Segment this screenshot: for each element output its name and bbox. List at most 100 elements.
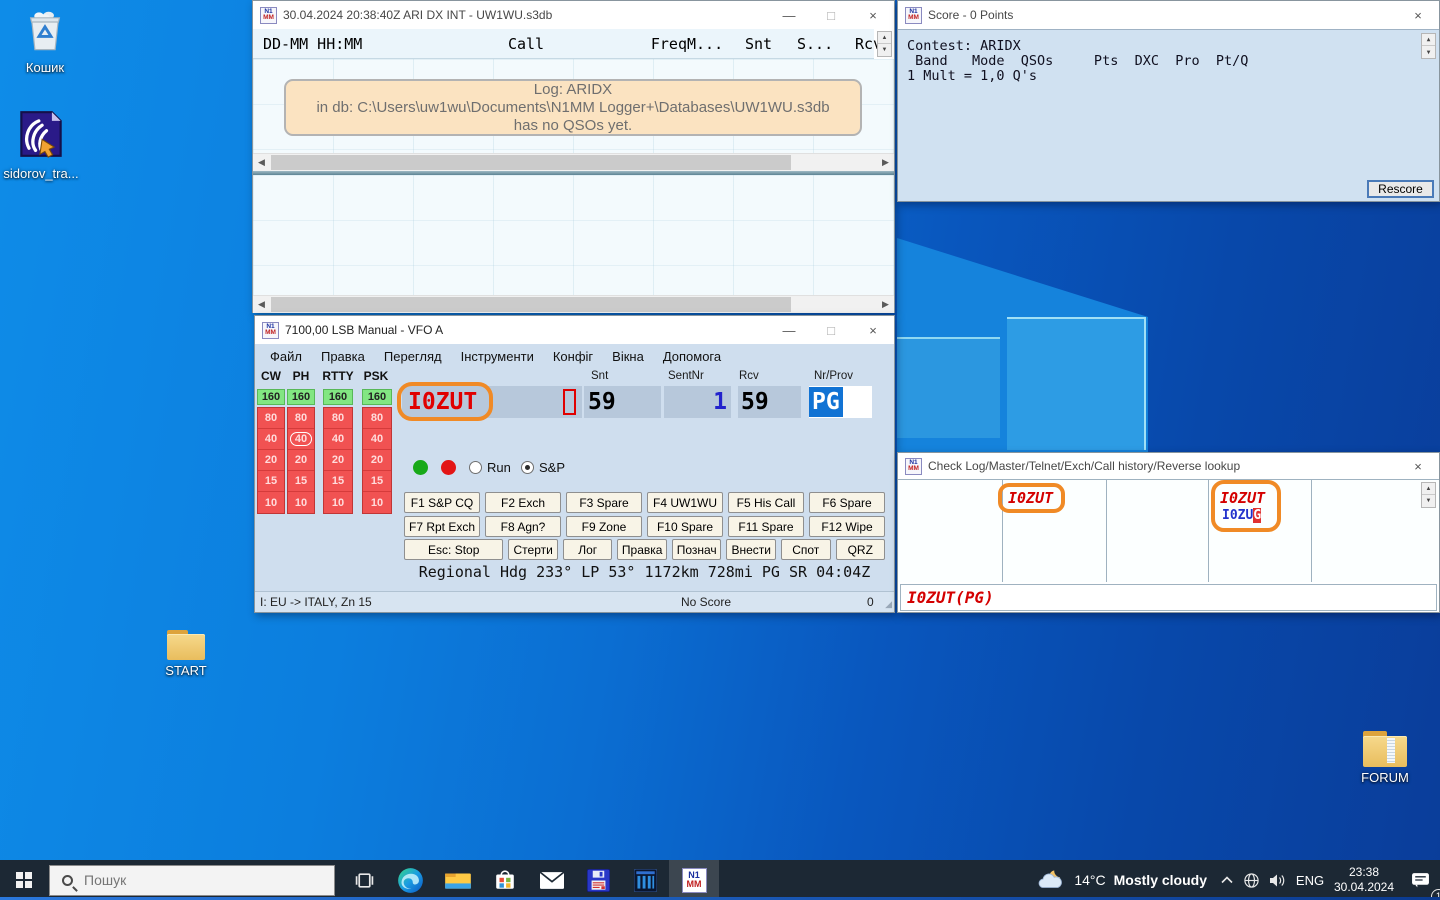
menu-item[interactable]: Конфіг — [553, 349, 593, 364]
close-button[interactable]: × — [1397, 453, 1439, 479]
log-lower-scrollbar[interactable]: ◀ ▶ — [253, 295, 894, 313]
action-button[interactable]: QRZ — [836, 539, 886, 560]
taskbar-search[interactable] — [49, 865, 335, 896]
network-tray-button[interactable] — [1239, 860, 1264, 900]
band-button[interactable]: 20 — [288, 450, 314, 471]
fkey-button[interactable]: F12 Wipe — [809, 516, 885, 537]
menu-item[interactable]: Вікна — [612, 349, 644, 364]
taskbar-clock[interactable]: 23:38 30.04.2024 — [1328, 860, 1400, 900]
file-explorer-button[interactable] — [434, 860, 481, 900]
sp-radio-label[interactable]: S&P — [539, 460, 565, 475]
band-button[interactable]: 160 — [257, 389, 285, 405]
band-button[interactable]: 160 — [287, 389, 315, 405]
band-button[interactable]: 80 — [258, 408, 284, 429]
task-view-button[interactable] — [341, 860, 387, 900]
scroll-right-icon[interactable]: ▶ — [877, 154, 894, 171]
score-spinner[interactable]: ▲▼ — [1421, 33, 1436, 59]
n1mm-taskbar-button-active[interactable]: N1MM — [669, 860, 719, 900]
close-button[interactable]: × — [852, 316, 894, 344]
band-button[interactable]: 20 — [258, 450, 284, 471]
scrollbar-thumb[interactable] — [271, 155, 791, 170]
volume-tray-button[interactable] — [1264, 860, 1292, 900]
tray-expand-button[interactable] — [1215, 860, 1239, 900]
rcv-field[interactable]: 59 — [738, 386, 801, 418]
fkey-button[interactable]: F3 Spare — [566, 492, 642, 513]
desktop-icon-sidorov-file[interactable]: sidorov_tra... — [0, 110, 84, 181]
fkey-button[interactable]: F2 Exch — [485, 492, 561, 513]
band-button[interactable]: 15 — [363, 471, 391, 492]
band-button[interactable]: 40 — [324, 429, 352, 450]
check-spinner[interactable]: ▲▼ — [1421, 482, 1436, 508]
fkey-button[interactable]: F10 Spare — [647, 516, 723, 537]
minimize-button[interactable]: — — [768, 1, 810, 29]
action-button[interactable]: Познач — [672, 539, 722, 560]
scroll-right-icon[interactable]: ▶ — [877, 296, 894, 313]
start-button[interactable] — [0, 860, 48, 900]
fkey-button[interactable]: F1 S&P CQ — [404, 492, 480, 513]
entry-window-titlebar[interactable]: N1MM 7100,00 LSB Manual - VFO A — □ × — [255, 316, 894, 344]
fkey-button[interactable]: F6 Spare — [809, 492, 885, 513]
nrprov-field[interactable]: PG — [809, 386, 872, 418]
scroll-left-icon[interactable]: ◀ — [253, 154, 270, 171]
band-button[interactable]: 160 — [362, 389, 392, 405]
scrollbar-thumb[interactable] — [271, 297, 791, 312]
language-indicator[interactable]: ENG — [1292, 860, 1328, 900]
action-button[interactable]: Правка — [617, 539, 667, 560]
edge-browser-button[interactable] — [387, 860, 434, 900]
fkey-button[interactable]: F4 UW1WU — [647, 492, 723, 513]
band-button[interactable]: 15 — [324, 471, 352, 492]
band-button[interactable]: 80 — [288, 408, 314, 429]
band-button[interactable]: 80 — [324, 408, 352, 429]
snt-field[interactable]: 59 — [584, 386, 661, 418]
store-button[interactable] — [481, 860, 528, 900]
action-button[interactable]: Лог — [563, 539, 613, 560]
action-button[interactable]: Esc: Stop — [404, 539, 503, 560]
run-radio[interactable] — [469, 461, 482, 474]
score-window-titlebar[interactable]: N1MM Score - 0 Points × — [898, 1, 1439, 29]
mail-button[interactable] — [528, 860, 575, 900]
run-radio-label[interactable]: Run — [487, 460, 511, 475]
action-button[interactable]: Стерти — [508, 539, 558, 560]
check-window-titlebar[interactable]: N1MM Check Log/Master/Telnet/Exch/Call h… — [898, 453, 1439, 479]
maximize-button[interactable]: □ — [810, 1, 852, 29]
log-column-header[interactable]: M... — [687, 35, 745, 53]
menu-item[interactable]: Файл — [270, 349, 302, 364]
weather-widget[interactable]: 14°C Mostly cloudy — [1028, 860, 1215, 900]
log-header-spinner[interactable]: ▲▼ — [877, 31, 892, 57]
close-button[interactable]: × — [852, 1, 894, 29]
menu-item[interactable]: Допомога — [663, 349, 721, 364]
fkey-button[interactable]: F5 His Call — [728, 492, 804, 513]
action-button[interactable]: Спот — [781, 539, 831, 560]
desktop-icon-forum-folder[interactable]: FORUM — [1342, 731, 1428, 785]
menu-item[interactable]: Перегляд — [384, 349, 442, 364]
band-button-active[interactable]: 40 — [288, 429, 314, 450]
logger-app-button[interactable] — [575, 860, 622, 900]
band-button[interactable]: 10 — [324, 492, 352, 513]
fkey-button[interactable]: F11 Spare — [728, 516, 804, 537]
rescore-button[interactable]: Rescore — [1367, 180, 1434, 198]
band-button[interactable]: 15 — [288, 471, 314, 492]
band-button[interactable]: 20 — [324, 450, 352, 471]
fkey-button[interactable]: F8 Agn? — [485, 516, 561, 537]
log-column-header[interactable]: Call — [451, 35, 601, 53]
menu-item[interactable]: Правка — [321, 349, 365, 364]
log-upper-scrollbar[interactable]: ◀ ▶ — [253, 153, 894, 171]
menu-item[interactable]: Інструменти — [461, 349, 534, 364]
search-input[interactable] — [82, 871, 282, 889]
resize-grip-icon[interactable]: ◢ — [885, 599, 892, 610]
band-button[interactable]: 10 — [288, 492, 314, 513]
band-button[interactable]: 80 — [363, 408, 391, 429]
band-button[interactable]: 15 — [258, 471, 284, 492]
log-column-header[interactable]: Snt — [745, 35, 797, 53]
sentnr-field[interactable]: 1 — [664, 386, 731, 418]
maximize-button[interactable]: □ — [810, 316, 852, 344]
fkey-button[interactable]: F7 Rpt Exch — [404, 516, 480, 537]
band-button[interactable]: 40 — [363, 429, 391, 450]
band-button[interactable]: 160 — [323, 389, 353, 405]
log-column-header[interactable]: Freq — [601, 35, 687, 53]
band-button[interactable]: 20 — [363, 450, 391, 471]
log-column-header[interactable]: DD-MM HH:MM — [263, 35, 451, 53]
close-button[interactable]: × — [1397, 1, 1439, 29]
scroll-left-icon[interactable]: ◀ — [253, 296, 270, 313]
action-center-button[interactable]: 1 — [1400, 860, 1440, 900]
